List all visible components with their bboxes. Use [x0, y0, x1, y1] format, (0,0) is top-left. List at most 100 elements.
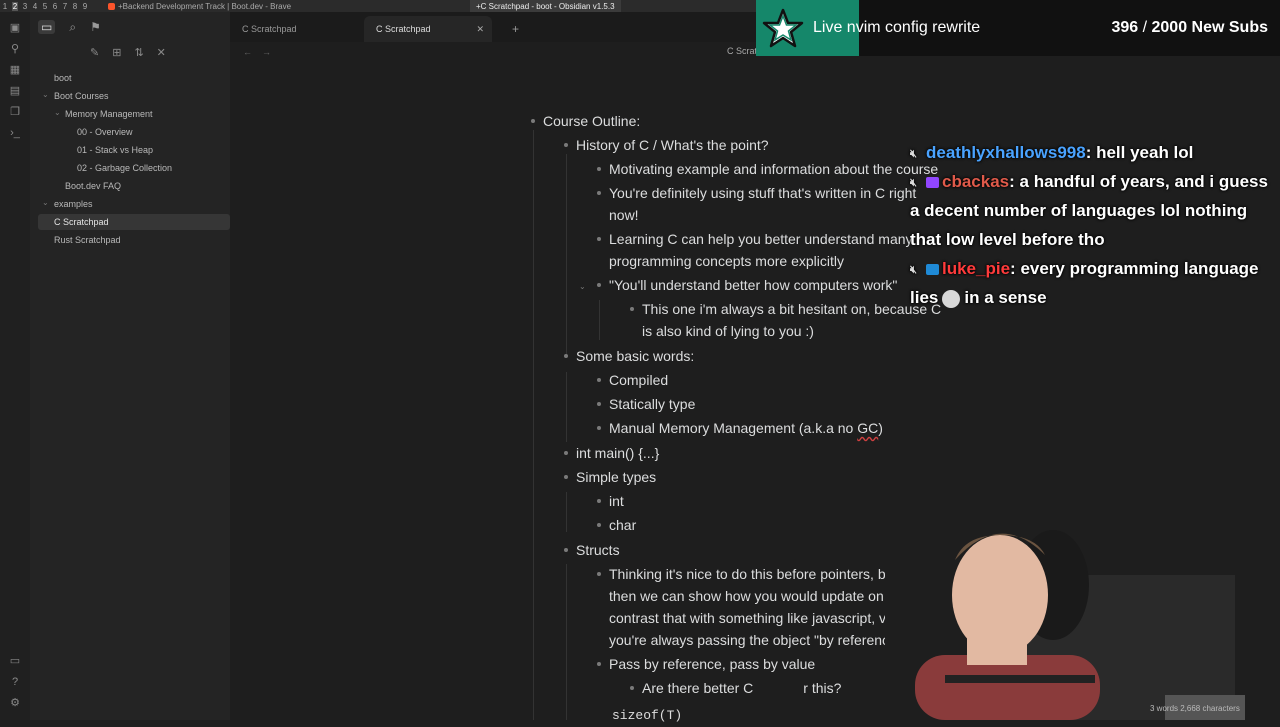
fold-chevron-icon[interactable]: ⌄	[579, 282, 586, 291]
list-item: Thinking it's nice to do this before poi…	[597, 563, 894, 585]
settings-icon[interactable]: ⚙	[9, 697, 21, 709]
list-item: int	[597, 490, 624, 512]
outline-history: History of C / What's the point?	[576, 137, 769, 153]
files-icon[interactable]: ▭	[38, 20, 56, 34]
sub-goal-label: 2000 New Subs	[1151, 19, 1269, 36]
list-item: "You'll understand better how computers …	[597, 274, 897, 296]
tree-file-bootdev-faq[interactable]: Boot.dev FAQ	[65, 178, 121, 194]
emote-icon	[942, 289, 961, 308]
close-icon[interactable]: ✕	[476, 16, 484, 42]
workspace-4[interactable]: 4	[32, 2, 38, 11]
indent-guide	[566, 372, 567, 442]
outline-learning-1: Learning C can help you better understan…	[609, 231, 913, 247]
list-item: You're definitely using stuff that's wri…	[597, 182, 917, 204]
tree-file-c-scratchpad[interactable]: C Scratchpad	[38, 214, 230, 230]
chevron-down-icon[interactable]: ⌄	[42, 90, 49, 99]
workspace-5[interactable]: 5	[42, 2, 48, 11]
mute-icon: 🔇︎	[910, 147, 917, 160]
outline-thinking-2: then we can show how you would update on	[609, 588, 884, 604]
tree-folder-memory-management[interactable]: Memory Management	[65, 106, 153, 122]
outline-hesitant-2: is also kind of lying to you :)	[642, 323, 814, 339]
mute-icon: 🔇︎	[910, 176, 917, 189]
nav-buttons: ← →	[243, 47, 271, 57]
outline-manual-mem: Manual Memory Management (a.k.a no	[609, 420, 858, 436]
workspace-8[interactable]: 8	[72, 2, 78, 11]
outline-char: char	[609, 517, 637, 533]
indent-guide	[566, 154, 567, 354]
collapse-icon[interactable]: ✕	[157, 46, 166, 59]
list-item-continuation: now!	[609, 204, 639, 226]
indent-guide	[566, 564, 567, 720]
bookmark-icon[interactable]: ⚑	[90, 20, 101, 34]
tree-file-rust-scratchpad[interactable]: Rust Scratchpad	[54, 232, 121, 248]
star-icon	[762, 8, 804, 48]
outline-structs: Structs	[576, 542, 620, 558]
workspace-switcher[interactable]: 1 2 3 4 5 6 7 8 9	[0, 1, 88, 11]
outline-definitely-1: You're definitely using stuff that's wri…	[609, 185, 917, 201]
tree-file-overview[interactable]: 00 - Overview	[77, 124, 133, 140]
help-icon[interactable]: ?	[9, 676, 21, 688]
tree-folder-examples[interactable]: examples	[54, 196, 93, 212]
forward-icon[interactable]: →	[262, 47, 271, 57]
tab-c-scratchpad-2[interactable]: C Scratchpad ✕	[364, 16, 492, 42]
outline-thinking-3: contrast that with something like javasc…	[609, 610, 887, 626]
sub-sep: /	[1138, 19, 1152, 36]
list-item-continuation: you're always passing the object "by ref…	[609, 629, 897, 651]
new-folder-icon[interactable]: ⊞	[112, 46, 121, 59]
chat-message: 🔇︎ luke_pie: every programming language l…	[910, 259, 1259, 308]
search-icon[interactable]: ⌕	[69, 20, 76, 35]
sub-goal: 396 / 2000 New Subs	[1111, 0, 1268, 56]
new-note-icon[interactable]: ✎	[90, 46, 99, 59]
list-item: Learning C can help you better understan…	[597, 228, 913, 250]
window-brave-title: +Backend Development Track | Boot.dev - …	[118, 1, 292, 11]
back-icon[interactable]: ←	[243, 47, 252, 57]
outline-motivating: Motivating example and information about…	[609, 161, 939, 177]
outline-learning-2: programming concepts more explicitly	[609, 253, 844, 269]
list-item: Course Outline:	[531, 110, 641, 132]
chat-message: 🔇︎ deathlyxhallows998: hell yeah lol	[910, 143, 1194, 162]
layout-icon[interactable]: ▣	[9, 22, 21, 34]
workspace-7[interactable]: 7	[62, 2, 68, 11]
outline-thinking-1: Thinking it's nice to do this before poi…	[609, 566, 894, 582]
window-obsidian[interactable]: +C Scratchpad - boot - Obsidian v1.5.3	[470, 0, 621, 12]
file-explorer: ▭ ⌕ ⚑ ✎ ⊞ ⇅ ✕ boot ⌄ Boot Courses ⌄ Memo…	[30, 12, 231, 720]
indent-guide	[599, 300, 600, 340]
tab-bar: C Scratchpad C Scratchpad ✕ +	[230, 12, 760, 42]
new-tab-button[interactable]: +	[512, 16, 519, 42]
workspace-1[interactable]: 1	[2, 2, 8, 11]
list-item: Motivating example and information about…	[597, 158, 939, 180]
tree-file-stack-vs-heap[interactable]: 01 - Stack vs Heap	[77, 142, 153, 158]
workspace-9[interactable]: 9	[82, 2, 88, 11]
sort-icon[interactable]: ⇅	[134, 46, 143, 59]
prime-badge-icon	[926, 264, 939, 276]
window-brave[interactable]: +Backend Development Track | Boot.dev - …	[108, 0, 291, 12]
brave-icon	[108, 2, 115, 10]
outline-course-outline: Course Outline:	[543, 113, 641, 129]
window-obsidian-title: +C Scratchpad - boot - Obsidian v1.5.3	[476, 1, 615, 11]
list-item: Statically type	[597, 393, 695, 415]
indent-guide	[566, 492, 567, 532]
chat-username: deathlyxhallows998	[926, 143, 1086, 162]
terminal-icon[interactable]: ›_	[9, 127, 21, 139]
sub-count: 396	[1111, 19, 1139, 36]
list-item-continuation: contrast that with something like javasc…	[609, 607, 886, 629]
chat-text: hell yeah lol	[1096, 143, 1194, 162]
outline-thinking-4: you're always passing the object "by ref…	[609, 632, 897, 648]
chevron-down-icon[interactable]: ⌄	[42, 198, 49, 207]
tab-c-scratchpad-1[interactable]: C Scratchpad	[230, 16, 358, 42]
calendar-icon[interactable]: ▤	[9, 85, 21, 97]
outline-definitely-2: now!	[609, 207, 639, 223]
tree-folder-boot-courses[interactable]: Boot Courses	[54, 88, 109, 104]
vault-icon[interactable]: ▭	[9, 655, 21, 667]
tree-file-garbage-collection[interactable]: 02 - Garbage Collection	[77, 160, 172, 176]
canvas-icon[interactable]: ▦	[9, 64, 21, 76]
template-icon[interactable]: ❐	[9, 106, 21, 118]
status-bar: 3 words 2,668 characters	[1150, 704, 1240, 713]
graph-icon[interactable]: ⚲	[9, 43, 21, 55]
vault-name[interactable]: boot	[54, 70, 72, 86]
workspace-6[interactable]: 6	[52, 2, 58, 11]
workspace-3[interactable]: 3	[22, 2, 28, 11]
list-item: Are there better C r this?	[630, 677, 841, 699]
chevron-down-icon[interactable]: ⌄	[54, 108, 61, 117]
workspace-2[interactable]: 2	[12, 1, 18, 11]
